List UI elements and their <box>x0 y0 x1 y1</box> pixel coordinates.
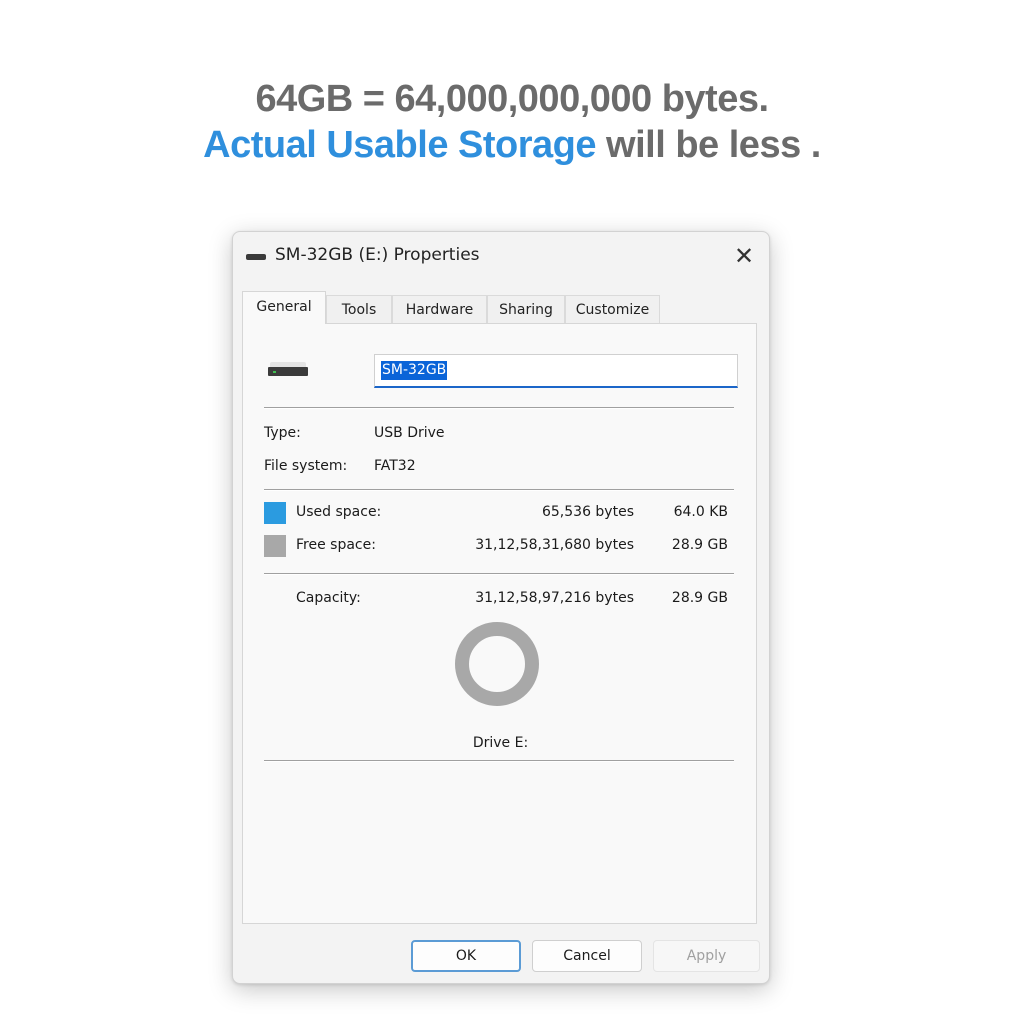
free-space-ring <box>455 622 539 706</box>
apply-button[interactable]: Apply <box>653 940 760 972</box>
tab-customize[interactable]: Customize <box>565 295 660 323</box>
divider <box>264 573 734 575</box>
headline-line-2: Actual Usable Storage will be less . <box>0 124 1024 167</box>
close-button[interactable]: ✕ <box>727 240 761 272</box>
tab-tools[interactable]: Tools <box>326 295 392 323</box>
capacity-bytes: 31,12,58,97,216 bytes <box>475 590 634 606</box>
file-system-label: File system: <box>264 458 348 474</box>
tab-general[interactable]: General <box>242 291 326 324</box>
drive-name-input[interactable]: SM-32GB <box>374 354 738 388</box>
capacity-size: 28.9 GB <box>671 590 728 606</box>
tab-hardware[interactable]: Hardware <box>392 295 487 323</box>
divider <box>264 760 734 762</box>
type-label: Type: <box>264 425 301 441</box>
used-space-label: Used space: <box>296 504 382 520</box>
used-space-swatch <box>264 502 286 524</box>
headline-accent-text: Actual Usable Storage <box>203 124 596 166</box>
file-system-value: FAT32 <box>374 458 416 474</box>
properties-dialog: SM-32GB (E:) Properties ✕ General Tools … <box>232 231 770 984</box>
drive-letter-label: Drive E: <box>472 735 529 751</box>
drive-title-icon <box>246 254 266 260</box>
type-value: USB Drive <box>374 425 445 441</box>
tab-sharing[interactable]: Sharing <box>487 295 565 323</box>
page: 64GB = 64,000,000,000 bytes. Actual Usab… <box>0 0 1024 1024</box>
free-space-label: Free space: <box>296 537 376 553</box>
close-icon: ✕ <box>733 242 755 270</box>
free-space-size: 28.9 GB <box>671 537 728 553</box>
dialog-title: SM-32GB (E:) Properties <box>275 245 480 265</box>
used-space-size: 64.0 KB <box>673 504 728 520</box>
divider <box>264 407 734 409</box>
cancel-button[interactable]: Cancel <box>532 940 642 972</box>
free-space-bytes: 31,12,58,31,680 bytes <box>475 537 634 553</box>
usb-drive-icon <box>268 362 308 376</box>
headline-text: 64GB = 64,000,000,000 bytes. <box>255 78 769 120</box>
general-tab-panel: SM-32GB Type: USB Drive File system: FAT… <box>242 323 757 924</box>
used-space-bytes: 65,536 bytes <box>541 504 634 520</box>
usage-donut-chart <box>455 622 539 706</box>
free-space-swatch <box>264 535 286 557</box>
drive-name-value: SM-32GB <box>381 361 448 380</box>
title-bar[interactable]: SM-32GB (E:) Properties ✕ <box>233 232 769 282</box>
ok-button[interactable]: OK <box>411 940 521 972</box>
headline-line-1: 64GB = 64,000,000,000 bytes. <box>0 78 1024 121</box>
capacity-label: Capacity: <box>296 590 361 606</box>
headline-rest-text: will be less . <box>596 124 821 166</box>
divider <box>264 489 734 491</box>
